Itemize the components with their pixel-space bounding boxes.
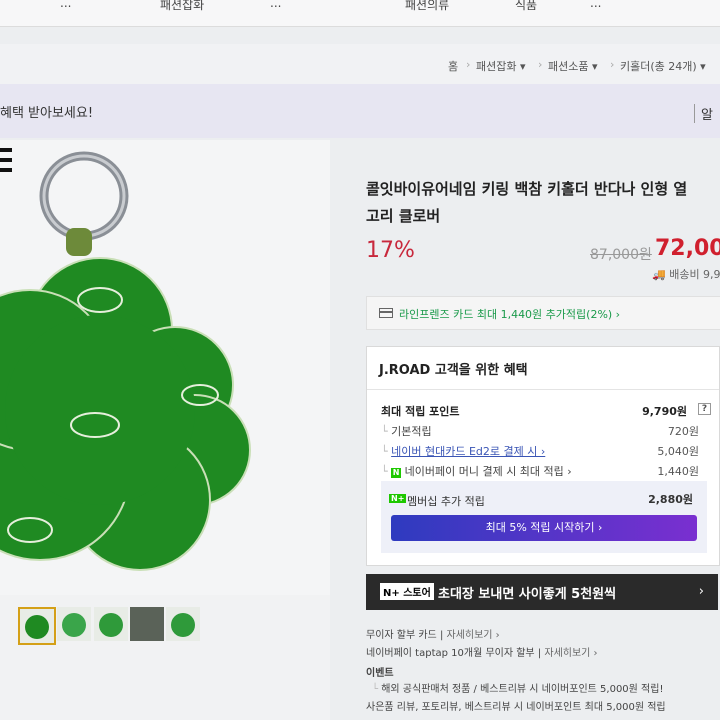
info-line: └ 해외 공식판매처 정품 / 베스트리뷰 시 네이버포인트 5,000원 적립…: [372, 680, 663, 695]
clover-keyring-image: [0, 148, 251, 571]
original-price: 87,000원: [590, 247, 652, 263]
clover-thumbnail-icon: [25, 615, 49, 639]
chevron-right-icon: ›: [698, 584, 704, 599]
benefit-row-value: 720원: [667, 425, 699, 438]
top-nav: ... 패션잡화 ... 패션의류 식품 ...: [0, 0, 720, 27]
product-title-line1: 콜잇바이유어네임 키링 백참 키홀더 반다나 인형 열: [366, 180, 688, 198]
info-line: 이벤트: [366, 668, 394, 679]
benefit-row-label: 기본적립: [391, 425, 432, 438]
divider: [367, 389, 719, 390]
info-label: 사은품: [366, 702, 394, 713]
benefit-row[interactable]: └ 네이버 현대카드 Ed2로 결제 시 › 5,040원: [381, 443, 711, 459]
help-icon[interactable]: ?: [698, 403, 711, 415]
sale-price: 72,000: [655, 236, 720, 261]
benefit-row-label[interactable]: 네이버 현대카드 Ed2로 결제 시 ›: [391, 445, 545, 458]
tree-branch-icon: └: [381, 465, 388, 478]
benefit-row-label[interactable]: 네이버페이 머니 결제 시 최대 적립 ›: [405, 465, 572, 478]
truck-icon: 🚚: [652, 268, 666, 281]
breadcrumb-sep: ›: [466, 58, 471, 71]
nav-item[interactable]: 패션의류: [405, 0, 449, 13]
thumbnail-1[interactable]: [18, 607, 56, 645]
info-link[interactable]: 자세히보기 ›: [447, 630, 500, 641]
nav-item[interactable]: 식품: [515, 0, 537, 13]
thumbnail-2[interactable]: [57, 607, 91, 641]
benefit-box: J.ROAD 고객을 위한 혜택 최대 적립 포인트 9,790원 ? └ 기본…: [366, 346, 720, 566]
card-icon: [379, 308, 393, 318]
nav-item[interactable]: ...: [270, 0, 281, 10]
info-link[interactable]: 자세히보기 ›: [544, 648, 597, 659]
discount-rate: 17%: [366, 238, 415, 263]
nav-item[interactable]: ...: [60, 0, 71, 10]
thumbnail-5[interactable]: [166, 607, 200, 641]
shipping-fee: 🚚 배송비 9,90: [652, 266, 720, 282]
tree-branch-icon: └: [372, 684, 379, 695]
benefit-title: J.ROAD 고객을 위한 혜택: [379, 363, 528, 378]
banner-text: 혜택 받아보세요!: [0, 106, 94, 121]
store-banner-text: 초대장 보내면 사이좋게 5천원씩: [438, 587, 617, 602]
breadcrumb: 홈 › 패션잡화 ▾ › 패션소품 ▾ › 키홀더(총 24개) ▾: [0, 44, 720, 84]
clover-thumbnail-icon: [99, 613, 123, 637]
nav-item[interactable]: 패션잡화: [160, 0, 204, 13]
promo-banner[interactable]: 혜택 받아보세요! 알: [0, 84, 720, 138]
membership-box: N+ 멤버십 추가 적립 2,880원 최대 5% 적립 시작하기 ›: [381, 481, 707, 553]
thumbnail-4[interactable]: [130, 607, 164, 641]
info-line: 네이버페이 taptap 10개월 무이자 할부 | 자세히보기 ›: [366, 648, 598, 659]
nav-item[interactable]: ...: [590, 0, 601, 10]
info-line: 사은품 리뷰, 포토리뷰, 베스트리뷰 시 네이버포인트 최대 5,000원 적…: [366, 698, 666, 713]
card-offer-bar[interactable]: 라인프렌즈 카드 최대 1,440원 추가적립(2%) ›: [366, 296, 720, 330]
max-points-row: 최대 적립 포인트 9,790원 ?: [381, 403, 711, 419]
breadcrumb-cat2[interactable]: 패션소품 ▾: [548, 58, 598, 74]
max-points-label: 최대 적립 포인트: [381, 405, 460, 418]
card-offer-text: 라인프렌즈 카드 최대 1,440원 추가적립(2%) ›: [399, 308, 621, 321]
info-label: 네이버페이 taptap 10개월 무이자 할부: [366, 648, 535, 659]
breadcrumb-cat3[interactable]: 키홀더(총 24개) ▾: [620, 58, 706, 74]
benefit-row: └ 기본적립 720원: [381, 423, 711, 439]
info-line: 무이자 할부 카드 | 자세히보기 ›: [366, 630, 500, 641]
product-title-line2: 고리 클로버: [366, 207, 441, 225]
store-badge: N+ 스토어: [380, 583, 434, 600]
tree-branch-icon: └: [381, 445, 388, 458]
thumbnail-3[interactable]: [94, 607, 128, 641]
breadcrumb-home[interactable]: 홈: [448, 58, 458, 74]
shipping-text: 배송비 9,90: [669, 268, 720, 281]
membership-start-button[interactable]: 최대 5% 적립 시작하기 ›: [391, 515, 697, 541]
benefit-row-value: 1,440원: [657, 465, 699, 478]
clover-thumbnail-icon: [171, 613, 195, 637]
info-label: 해외 공식판매처 정품 / 베스트리뷰 시 네이버포인트 5,000원 적립!: [381, 684, 664, 695]
info-link: 리뷰, 포토리뷰, 베스트리뷰 시 네이버포인트 최대 5,000원 적립: [396, 702, 666, 713]
benefit-row[interactable]: └ N 네이버페이 머니 결제 시 최대 적립 › 1,440원: [381, 463, 711, 479]
info-label: 무이자 할부 카드: [366, 630, 437, 641]
breadcrumb-cat1[interactable]: 패션잡화 ▾: [476, 58, 526, 74]
thumbnail-strip: [0, 595, 330, 720]
naverpay-icon: N: [391, 468, 402, 478]
banner-right-link[interactable]: 알: [694, 104, 713, 123]
product-image-panel[interactable]: [0, 140, 330, 595]
clover-thumbnail-icon: [62, 613, 86, 637]
max-points-value: 9,790원: [642, 405, 687, 418]
store-banner[interactable]: N+ 스토어 초대장 보내면 사이좋게 5천원씩 ›: [366, 574, 718, 610]
membership-value: 2,880원: [648, 493, 693, 506]
naver-plus-icon: N+: [389, 494, 407, 503]
tree-branch-icon: └: [381, 425, 388, 438]
membership-label: 멤버십 추가 적립: [407, 495, 485, 508]
benefit-row-value: 5,040원: [657, 445, 699, 458]
breadcrumb-sep: ›: [610, 58, 615, 71]
product-title: 콜잇바이유어네임 키링 백참 키홀더 반다나 인형 열 고리 클로버: [366, 176, 720, 230]
breadcrumb-sep: ›: [538, 58, 543, 71]
